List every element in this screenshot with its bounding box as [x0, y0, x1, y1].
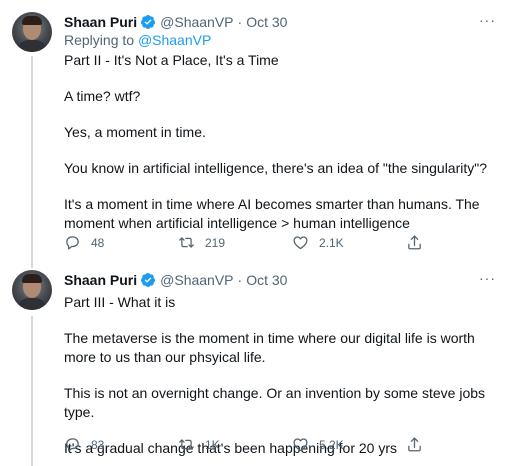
tweet-header: Shaan Puri @ShaanVP · Oct 30 — [64, 12, 500, 32]
replying-to-label: Replying to — [64, 32, 138, 48]
tweet-2[interactable]: Shaan Puri @ShaanVP · Oct 30 ··· Part II… — [0, 264, 512, 466]
retweet-count: 219 — [205, 235, 226, 250]
author-name[interactable]: Shaan Puri — [64, 14, 137, 30]
author-name[interactable]: Shaan Puri — [64, 272, 137, 288]
like-count: 2.1K — [319, 235, 344, 250]
avatar[interactable] — [12, 12, 52, 52]
tweet-1[interactable]: Shaan Puri @ShaanVP · Oct 30 ··· Replyin… — [0, 0, 512, 264]
verified-badge-icon — [141, 273, 156, 287]
separator-dot: · — [237, 272, 243, 288]
tweet-paragraph: It's a moment in time where AI becomes s… — [64, 196, 480, 231]
share-icon — [408, 437, 421, 452]
thread-connector-line — [31, 264, 33, 268]
tweet-paragraph: Part II - It's Not a Place, It's a Time — [64, 52, 279, 68]
tweet-paragraph: Yes, a moment in time. — [64, 124, 206, 140]
replying-to: Replying to @ShaanVP — [64, 32, 500, 50]
reply-count: 83 — [91, 437, 105, 452]
like-button[interactable]: 5.2K — [292, 436, 406, 453]
more-options-icon[interactable]: ··· — [479, 12, 496, 28]
tweet-text: Part III - What it is The metaverse is t… — [64, 293, 500, 458]
thread-connector-line — [31, 316, 33, 466]
reply-count: 48 — [91, 235, 105, 250]
replying-to-handle-link[interactable]: @ShaanVP — [138, 32, 211, 48]
more-options-icon[interactable]: ··· — [479, 270, 496, 286]
reply-button[interactable]: 48 — [64, 234, 178, 251]
tweet-paragraph: A time? wtf? — [64, 88, 141, 104]
tweet-paragraph: Part III - What it is — [64, 294, 176, 310]
verified-badge-icon — [141, 15, 156, 29]
tweet-actions: 83 1K 5.2K — [64, 436, 436, 453]
tweet-actions: 48 219 2.1K — [64, 234, 436, 251]
author-handle[interactable]: @ShaanVP — [160, 14, 233, 30]
like-count: 5.2K — [319, 437, 344, 452]
share-button[interactable] — [406, 234, 436, 251]
tweet-date[interactable]: Oct 30 — [246, 14, 287, 30]
like-button[interactable]: 2.1K — [292, 234, 406, 251]
like-icon — [293, 236, 308, 250]
share-button[interactable] — [406, 436, 436, 453]
retweet-button[interactable]: 219 — [178, 234, 292, 251]
reply-icon — [66, 236, 79, 250]
retweet-button[interactable]: 1K — [178, 436, 292, 453]
author-handle[interactable]: @ShaanVP — [160, 272, 233, 288]
reply-icon — [66, 438, 79, 452]
retweet-icon — [179, 237, 194, 248]
tweet-text: Part II - It's Not a Place, It's a Time … — [64, 51, 500, 233]
separator-dot: · — [237, 14, 243, 30]
like-icon — [293, 438, 308, 452]
tweet-date[interactable]: Oct 30 — [246, 272, 287, 288]
tweet-paragraph: This is not an overnight change. Or an i… — [64, 385, 486, 420]
share-icon — [408, 235, 421, 250]
reply-button[interactable]: 83 — [64, 436, 178, 453]
thread-connector-line — [31, 56, 33, 264]
avatar[interactable] — [12, 270, 52, 310]
retweet-icon — [179, 439, 194, 450]
tweet-paragraph: You know in artificial intelligence, the… — [64, 160, 488, 176]
tweet-header: Shaan Puri @ShaanVP · Oct 30 — [64, 270, 500, 290]
retweet-count: 1K — [205, 437, 220, 452]
tweet-paragraph: The metaverse is the moment in time wher… — [64, 330, 475, 365]
